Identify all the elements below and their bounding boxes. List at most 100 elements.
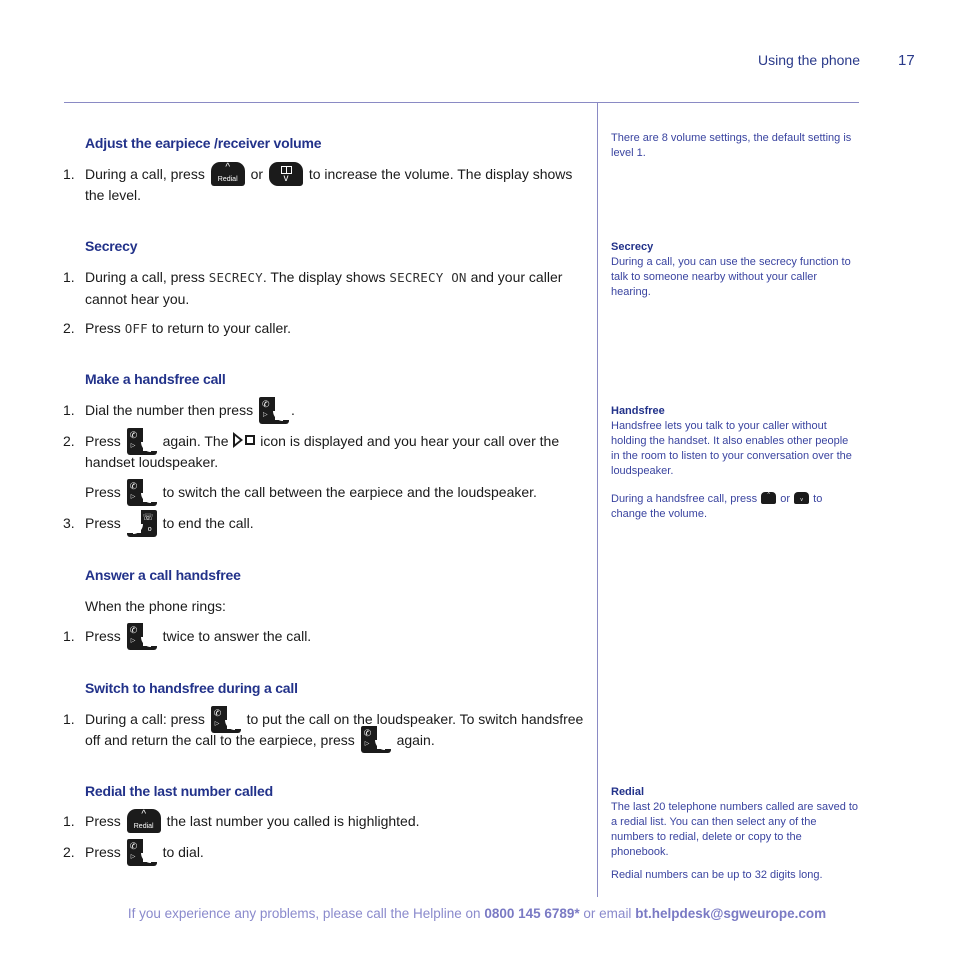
answer-step-1: 1. Press ✆ ▷ twice to answer the call. xyxy=(63,622,588,650)
display-text-secrecy-on: SECRECY ON xyxy=(389,270,467,285)
sidebar-handsfree: Handsfree Handsfree lets you talk to you… xyxy=(611,404,859,522)
sidebar-text: The last 20 telephone numbers called are… xyxy=(611,801,859,858)
volume-step-1: 1. During a call, press ^ Redial or v to … xyxy=(63,162,588,205)
redial-key-label: Redial xyxy=(217,176,238,184)
heading-secrecy: Secrecy xyxy=(85,238,138,254)
handsfree-step-1: 1. Dial the number then press ✆ ▷. xyxy=(63,396,588,424)
redial-up-key-icon: ^ Redial xyxy=(210,162,245,187)
talk-handsfree-key-icon: ✆ ▷ xyxy=(126,427,157,455)
speaker-icon: ▷ xyxy=(214,720,220,727)
column-divider xyxy=(597,102,598,897)
handsfree-step-3: 3. Press ☏ o to end the call. xyxy=(63,509,588,537)
talk-handsfree-key-icon: ✆ ▷ xyxy=(126,838,157,866)
speaker-icon: ▷ xyxy=(262,411,268,418)
step-text: Press xyxy=(85,844,121,860)
phone-icon: ✆ xyxy=(261,398,270,409)
redial-step-2: 2. Press ✆ ▷ to dial. xyxy=(63,838,588,866)
sidebar-heading: Handsfree xyxy=(611,405,665,417)
sidebar-secrecy: Secrecy During a call, you can use the s… xyxy=(611,240,859,300)
heading-volume: Adjust the earpiece /receiver volume xyxy=(85,135,322,151)
step-number: 2. xyxy=(63,320,75,336)
heading-answer-handsfree: Answer a call handsfree xyxy=(85,567,241,583)
sidebar-text: Handsfree lets you talk to your caller w… xyxy=(611,420,852,477)
sidebar-heading: Redial xyxy=(611,786,645,798)
hang-up-icon: ☏ xyxy=(142,511,154,522)
step-text: to switch the call between the earpiece … xyxy=(162,484,537,500)
redial-key-label: Redial xyxy=(133,823,154,831)
heading-switch-handsfree: Switch to handsfree during a call xyxy=(85,680,298,696)
footer-text: If you experience any problems, please c… xyxy=(127,906,481,921)
step-text: Dial the number then press xyxy=(85,402,254,418)
talk-handsfree-key-icon: ✆ ▷ xyxy=(126,478,157,506)
step-number: 1. xyxy=(63,166,75,182)
sidebar-volume-tip: During a handsfree call, press ^ or v to… xyxy=(611,491,859,522)
phone-icon: ✆ xyxy=(129,840,138,851)
speaker-icon: ▷ xyxy=(130,637,136,644)
handsfree-step-2b: Press ✆ ▷ to switch the call between the … xyxy=(63,478,588,506)
step-text: Press xyxy=(85,515,121,531)
secrecy-step-1: 1. During a call, press SECRECY. The dis… xyxy=(63,267,588,309)
step-text: . xyxy=(290,402,295,418)
step-number: 1. xyxy=(63,711,75,727)
talk-handsfree-key-icon: ✆ ▷ xyxy=(210,705,241,733)
handsfree-display-icon xyxy=(233,432,256,449)
step-text: When the phone rings: xyxy=(85,598,226,614)
step-text: Press xyxy=(85,484,121,500)
handsfree-step-2: 2. Press ✆ ▷ again. The icon is displayed… xyxy=(63,427,588,472)
helpdesk-email: bt.helpdesk@sgweurope.com xyxy=(635,906,827,921)
phonebook-down-key-icon: v xyxy=(794,491,810,504)
step-text: Press xyxy=(85,320,121,336)
step-text: to return to your caller. xyxy=(151,320,292,336)
step-text: During a call: press xyxy=(85,711,205,727)
speaker-icon: ▷ xyxy=(130,853,136,860)
display-text-off: OFF xyxy=(124,321,148,336)
sidebar-text: Redial numbers can be up to 32 digits lo… xyxy=(611,869,823,881)
phone-icon: ✆ xyxy=(213,707,222,718)
step-number: 3. xyxy=(63,515,75,531)
step-text: Press xyxy=(85,433,121,449)
chevron-up-icon: ^ xyxy=(767,491,770,498)
sidebar-redial: Redial The last 20 telephone numbers cal… xyxy=(611,785,859,883)
secrecy-step-2: 2. Press OFF to return to your caller. xyxy=(63,318,588,340)
phone-icon: ✆ xyxy=(129,624,138,635)
switch-step-1: 1. During a call: press ✆ ▷ to put the ca… xyxy=(63,705,588,754)
step-text: . The display shows xyxy=(262,269,386,285)
footer-text: or email xyxy=(583,906,632,921)
chevron-down-icon: v xyxy=(283,173,289,185)
talk-handsfree-key-icon: ✆ ▷ xyxy=(126,622,157,650)
display-text-secrecy: SECRECY xyxy=(208,270,263,285)
step-text: or xyxy=(250,166,264,182)
sidebar-heading: Secrecy xyxy=(611,241,654,253)
chevron-up-icon: ^ xyxy=(225,162,231,174)
sidebar-text: or xyxy=(780,493,791,505)
step-text: During a call, press xyxy=(85,269,205,285)
talk-handsfree-key-icon: ✆ ▷ xyxy=(360,726,391,754)
phone-icon: ✆ xyxy=(129,429,138,440)
step-text: Press xyxy=(85,628,121,644)
phone-icon: ✆ xyxy=(129,480,138,491)
sidebar-text: During a handsfree call, press xyxy=(611,493,758,505)
step-text: During a call, press xyxy=(85,166,205,182)
chevron-up-icon: ^ xyxy=(141,809,147,821)
step-text: again. xyxy=(396,731,435,748)
heading-handsfree-call: Make a handsfree call xyxy=(85,371,226,387)
redial-up-key-icon: ^ Redial xyxy=(126,809,161,834)
step-number: 1. xyxy=(63,402,75,418)
step-number: 1. xyxy=(63,813,75,829)
running-header-title: Using the phone xyxy=(758,52,860,68)
speaker-icon: ▷ xyxy=(130,442,136,449)
page-number: 17 xyxy=(898,52,915,69)
step-text: Press xyxy=(85,813,121,829)
helpline-phone-number: 0800 145 6789* xyxy=(484,906,580,921)
step-text: again. The xyxy=(162,433,229,449)
helpline-footer: If you experience any problems, please c… xyxy=(0,906,954,921)
talk-handsfree-key-icon: ✆ ▷ xyxy=(258,396,289,424)
power-dot-icon: o xyxy=(147,525,152,533)
step-number: 1. xyxy=(63,269,75,285)
step-number: 1. xyxy=(63,628,75,644)
redial-step-1: 1. Press ^ Redial the last number you cal… xyxy=(63,809,588,834)
phone-icon: ✆ xyxy=(363,728,372,739)
step-text: to end the call. xyxy=(162,515,254,531)
answer-intro: When the phone rings: xyxy=(63,596,588,617)
chevron-down-icon: v xyxy=(800,496,803,503)
